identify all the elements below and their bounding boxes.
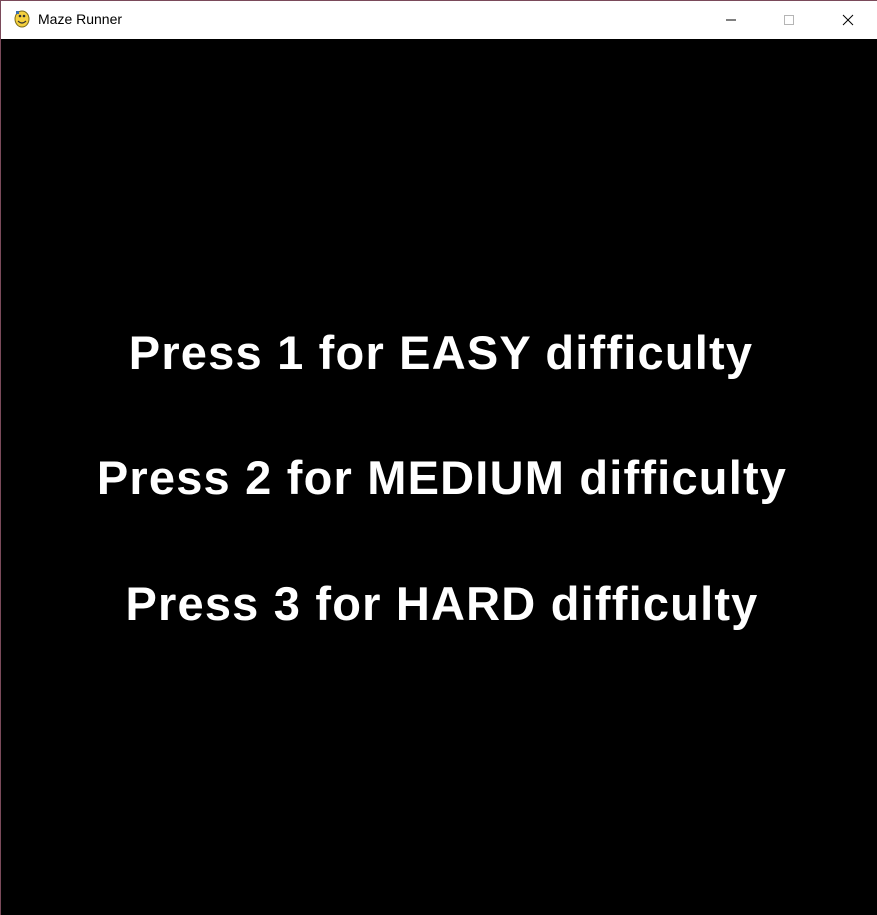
maximize-icon [784,15,794,25]
minimize-icon [726,19,736,21]
window-title: Maze Runner [38,11,123,27]
python-snake-icon [13,10,31,28]
game-canvas[interactable]: Press 1 for EASY difficulty Press 2 for … [1,39,877,915]
medium-difficulty-option: Press 2 for MEDIUM difficulty [96,451,788,504]
easy-difficulty-option: Press 1 for EASY difficulty [128,326,754,379]
maximize-button[interactable] [760,1,818,39]
close-icon [842,14,854,26]
title-bar[interactable]: Maze Runner [1,1,877,39]
hard-difficulty-option: Press 3 for HARD difficulty [125,577,759,630]
close-button[interactable] [819,1,877,39]
app-window: Maze Runner Press 1 for EASY difficulty … [0,0,877,915]
minimize-button[interactable] [702,1,760,39]
